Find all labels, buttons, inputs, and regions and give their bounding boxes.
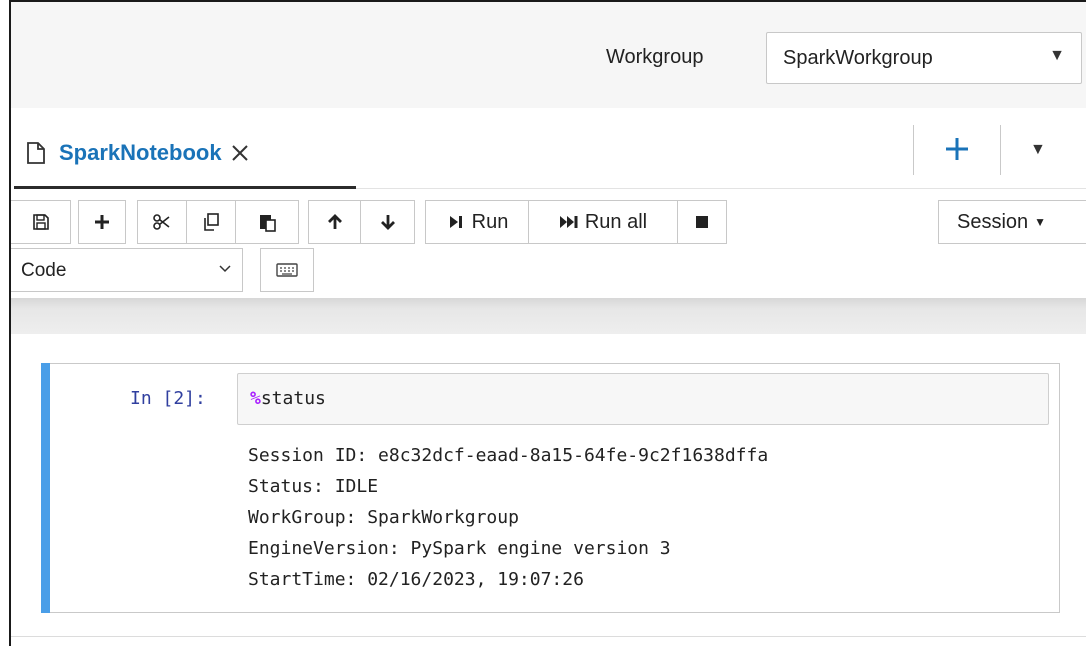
cut-icon xyxy=(153,214,170,230)
tab-bar-separator xyxy=(1000,125,1001,175)
move-down-button[interactable] xyxy=(360,200,415,244)
move-up-icon xyxy=(327,214,342,229)
session-menu-button[interactable]: Session ▼ xyxy=(938,200,1086,244)
input-prompt: In [2]: xyxy=(130,388,206,409)
run-all-label: Run all xyxy=(584,210,648,233)
magic-prefix: % xyxy=(250,388,261,409)
stop-button[interactable] xyxy=(677,200,727,244)
toolbar-divider-bar xyxy=(11,298,1086,334)
tab-menu-caret-icon[interactable]: ▼ xyxy=(1030,141,1046,159)
run-step-icon xyxy=(449,216,462,228)
output-line: WorkGroup: SparkWorkgroup xyxy=(248,507,519,528)
run-button[interactable]: Run xyxy=(425,200,529,244)
move-up-button[interactable] xyxy=(308,200,361,244)
cell-selected-indicator xyxy=(41,363,50,613)
cell-output: Session ID: e8c32dcf-eaad-8a15-64fe-9c2f… xyxy=(248,440,768,595)
save-button[interactable] xyxy=(11,200,71,244)
save-icon xyxy=(32,214,49,230)
paste-button[interactable] xyxy=(235,200,299,244)
move-down-icon xyxy=(380,215,395,230)
paste-icon xyxy=(260,215,276,232)
active-tab-indicator xyxy=(14,186,356,189)
workgroup-select[interactable]: SparkWorkgroup ▼ xyxy=(766,32,1082,84)
notebook-document-icon xyxy=(27,142,45,164)
chevron-down-icon xyxy=(219,265,231,273)
keyboard-shortcuts-button[interactable] xyxy=(260,248,314,292)
code-text: %status xyxy=(250,388,326,409)
copy-icon xyxy=(204,213,219,231)
code-editor[interactable]: %status xyxy=(237,373,1049,425)
workgroup-label: Workgroup xyxy=(606,46,704,68)
cell-type-value: Code xyxy=(21,260,67,281)
run-label: Run xyxy=(471,210,509,233)
output-line: StartTime: 02/16/2023, 19:07:26 xyxy=(248,569,584,590)
caret-down-icon: ▼ xyxy=(1049,47,1065,64)
tab-bar-separator xyxy=(913,125,914,175)
tab-label: SparkNotebook xyxy=(59,140,222,165)
output-line: Session ID: e8c32dcf-eaad-8a15-64fe-9c2f… xyxy=(248,445,769,466)
tab-bar-divider xyxy=(356,188,1086,189)
stop-icon xyxy=(696,216,708,228)
keyboard-icon xyxy=(276,263,298,277)
code-command: status xyxy=(260,388,326,409)
caret-down-icon: ▼ xyxy=(1034,215,1047,229)
output-line: Status: IDLE xyxy=(248,476,379,497)
tab-sparknotebook[interactable]: SparkNotebook xyxy=(25,133,250,173)
workgroup-value: SparkWorkgroup xyxy=(783,47,933,69)
run-all-icon xyxy=(559,216,578,228)
notebook-bottom-divider xyxy=(11,636,1086,637)
output-line: EngineVersion: PySpark engine version 3 xyxy=(248,538,671,559)
add-tab-icon[interactable] xyxy=(944,136,970,162)
add-cell-icon xyxy=(95,215,109,229)
run-all-button[interactable]: Run all xyxy=(528,200,678,244)
copy-button[interactable] xyxy=(186,200,236,244)
cell-type-select[interactable]: Code xyxy=(11,248,243,292)
add-cell-button[interactable] xyxy=(78,200,126,244)
cut-button[interactable] xyxy=(137,200,187,244)
session-label: Session xyxy=(957,210,1029,233)
close-tab-icon[interactable] xyxy=(230,143,250,163)
